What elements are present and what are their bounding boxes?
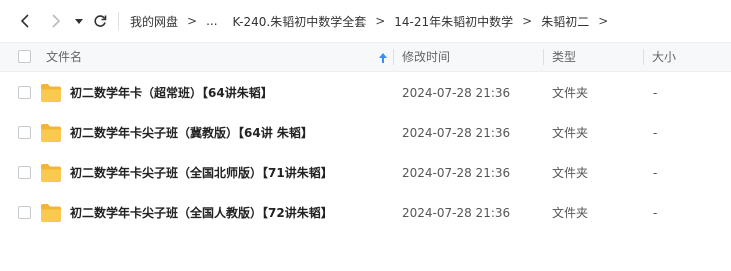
refresh-icon <box>94 15 107 27</box>
file-modified: 2024-07-28 21:36 <box>402 166 511 180</box>
file-modified: 2024-07-28 21:36 <box>402 126 511 140</box>
column-header-name[interactable]: 文件名 <box>46 43 82 71</box>
breadcrumb-separator: > <box>187 14 198 28</box>
table-header: 文件名 修改时间 类型 大小 <box>0 42 731 72</box>
row-checkbox[interactable] <box>18 166 31 179</box>
forward-button[interactable] <box>45 10 67 32</box>
table-row[interactable]: 初二数学年卡尖子班（冀教版）【64讲 朱韬】 2024-07-28 21:36 … <box>0 113 731 153</box>
select-all-checkbox[interactable] <box>18 50 31 63</box>
sort-ascending-icon[interactable] <box>378 52 388 64</box>
refresh-button[interactable] <box>89 10 111 32</box>
row-checkbox[interactable] <box>18 206 31 219</box>
back-button[interactable] <box>14 10 36 32</box>
breadcrumb-item-k240[interactable]: K-240.朱韬初中数学全套 <box>233 13 367 30</box>
file-type: 文件夹 <box>552 166 589 180</box>
column-divider[interactable] <box>543 49 544 65</box>
breadcrumb-separator: > <box>375 14 386 28</box>
file-modified: 2024-07-28 21:36 <box>402 86 511 100</box>
breadcrumb-separator: > <box>598 14 609 28</box>
column-header-modified[interactable]: 修改时间 <box>402 43 450 71</box>
breadcrumb: 我的网盘 > ... K-240.朱韬初中数学全套 > 14-21年朱韬初中数学… <box>130 0 617 42</box>
file-type: 文件夹 <box>552 86 589 100</box>
file-name[interactable]: 初二数学年卡尖子班（全国人教版）【72讲朱韬】 <box>70 193 333 233</box>
column-divider[interactable] <box>393 49 394 65</box>
folder-icon <box>41 84 61 102</box>
row-checkbox[interactable] <box>18 126 31 139</box>
file-size: - <box>653 166 658 180</box>
folder-icon <box>41 124 61 142</box>
file-name[interactable]: 初二数学年卡（超常班）【64讲朱韬】 <box>70 73 273 113</box>
breadcrumb-item-current[interactable]: 朱韬初二 <box>541 13 589 30</box>
table-row[interactable]: 初二数学年卡尖子班（全国人教版）【72讲朱韬】 2024-07-28 21:36… <box>0 193 731 233</box>
history-dropdown-button[interactable] <box>68 10 90 32</box>
chevron-left-icon <box>20 14 29 28</box>
breadcrumb-item-root[interactable]: 我的网盘 <box>130 13 178 30</box>
caret-down-icon <box>75 19 83 24</box>
table-row[interactable]: 初二数学年卡（超常班）【64讲朱韬】 2024-07-28 21:36 文件夹 … <box>0 73 731 113</box>
toolbar: 我的网盘 > ... K-240.朱韬初中数学全套 > 14-21年朱韬初中数学… <box>0 0 731 42</box>
breadcrumb-item-14-21[interactable]: 14-21年朱韬初中数学 <box>394 13 513 30</box>
column-header-type[interactable]: 类型 <box>552 43 576 71</box>
file-modified: 2024-07-28 21:36 <box>402 206 511 220</box>
folder-icon <box>41 164 61 182</box>
file-type: 文件夹 <box>552 126 589 140</box>
column-divider[interactable] <box>643 49 644 65</box>
row-checkbox[interactable] <box>18 86 31 99</box>
file-name[interactable]: 初二数学年卡尖子班（冀教版）【64讲 朱韬】 <box>70 113 313 153</box>
toolbar-divider <box>118 12 119 30</box>
table-row[interactable]: 初二数学年卡尖子班（全国北师版）【71讲朱韬】 2024-07-28 21:36… <box>0 153 731 193</box>
file-size: - <box>653 86 658 100</box>
file-type: 文件夹 <box>552 206 589 220</box>
file-name[interactable]: 初二数学年卡尖子班（全国北师版）【71讲朱韬】 <box>70 153 333 193</box>
chevron-right-icon <box>52 14 61 28</box>
breadcrumb-item-ellipsis[interactable]: ... <box>206 14 217 28</box>
folder-icon <box>41 204 61 222</box>
breadcrumb-separator: > <box>522 14 533 28</box>
column-header-size[interactable]: 大小 <box>652 43 676 71</box>
file-size: - <box>653 206 658 220</box>
file-size: - <box>653 126 658 140</box>
